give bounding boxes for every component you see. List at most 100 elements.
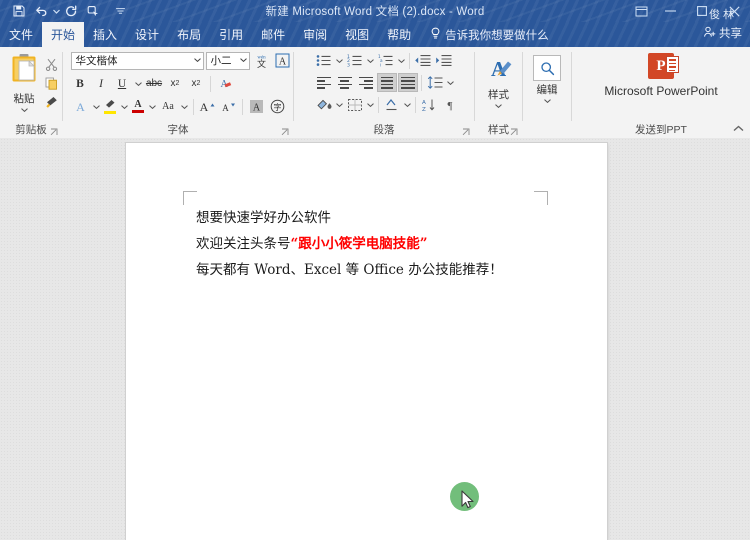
tab-layout[interactable]: 布局 <box>168 22 210 47</box>
undo-icon[interactable] <box>30 1 52 21</box>
superscript-button[interactable]: x2 <box>187 74 206 93</box>
font-name-combo[interactable]: 华文楷体 <box>70 51 204 70</box>
multilevel-dropdown-icon[interactable] <box>397 51 406 70</box>
phonetic-guide-icon[interactable]: wén 文 <box>252 51 271 70</box>
margin-mark-top-right <box>534 191 548 205</box>
copy-icon[interactable] <box>43 75 60 91</box>
word-window: 新建 Microsoft Word 文档 (2).docx - Word 文件 … <box>0 0 750 540</box>
undo-dropdown-icon[interactable] <box>52 1 60 21</box>
decrease-indent-icon[interactable] <box>413 51 433 70</box>
tab-help[interactable]: 帮助 <box>378 22 420 47</box>
bold-button[interactable]: B <box>71 74 90 93</box>
change-case-dropdown-icon[interactable] <box>180 97 189 116</box>
formatting-marks-dropdown-icon[interactable] <box>403 95 412 114</box>
font-dialog-launcher-icon[interactable] <box>280 128 289 137</box>
borders-icon[interactable] <box>345 95 365 114</box>
underline-dropdown-icon[interactable] <box>134 74 143 93</box>
paste-button[interactable]: 粘贴 <box>6 53 42 114</box>
text-effects-icon[interactable]: A <box>71 97 90 116</box>
line-spacing-icon[interactable] <box>425 73 445 92</box>
text-effects-dropdown-icon[interactable] <box>92 97 101 116</box>
styles-dialog-launcher-icon[interactable] <box>509 128 518 137</box>
user-name[interactable]: 俊 林 <box>709 6 734 22</box>
tell-me-box[interactable]: 告诉我你想要做什么 <box>420 22 549 47</box>
svg-text:文: 文 <box>256 58 265 69</box>
highlight-color-swatch <box>104 111 116 114</box>
redo-icon[interactable] <box>60 1 82 21</box>
numbering-dropdown-icon[interactable] <box>366 51 375 70</box>
text-highlight-color-button[interactable] <box>103 97 118 116</box>
underline-button[interactable]: U <box>113 74 132 93</box>
editing-dropdown-icon[interactable] <box>543 98 551 105</box>
font-color-button[interactable]: A <box>131 97 146 116</box>
line-spacing-dropdown-icon[interactable] <box>446 73 455 92</box>
format-painter-icon[interactable] <box>43 94 60 110</box>
styles-button[interactable]: A 样式 <box>484 51 514 110</box>
microsoft-powerpoint-button[interactable]: P Microsoft PowerPoint <box>604 53 718 98</box>
tab-view[interactable]: 视图 <box>336 22 378 47</box>
strikethrough-button[interactable]: abc <box>145 74 164 93</box>
distribute-button[interactable] <box>397 73 418 92</box>
cut-icon[interactable] <box>43 56 60 72</box>
subscript-button[interactable]: x2 <box>166 74 185 93</box>
bullets-dropdown-icon[interactable] <box>335 51 344 70</box>
align-left-button[interactable] <box>314 73 334 92</box>
character-shading-icon[interactable]: A <box>247 97 266 116</box>
font-color-dropdown-icon[interactable] <box>148 97 157 116</box>
tab-design[interactable]: 设计 <box>126 22 168 47</box>
bullets-icon[interactable] <box>314 51 334 70</box>
shading-icon[interactable] <box>314 95 334 114</box>
show-formatting-marks-icon[interactable] <box>382 95 402 114</box>
tab-home[interactable]: 开始 <box>42 22 85 47</box>
character-border-icon[interactable]: A <box>273 51 292 70</box>
tab-insert[interactable]: 插入 <box>84 22 126 47</box>
document-page[interactable]: 想要快速学好办公软件 欢迎关注头条号“跟小小筱学电脑技能” 每天都有 Word、… <box>126 143 607 540</box>
document-canvas[interactable]: 想要快速学好办公软件 欢迎关注头条号“跟小小筱学电脑技能” 每天都有 Word、… <box>0 138 750 540</box>
align-center-button[interactable] <box>335 73 355 92</box>
change-case-button[interactable]: Aa <box>159 97 178 116</box>
justify-button[interactable] <box>376 73 397 92</box>
borders-dropdown-icon[interactable] <box>366 95 375 114</box>
tab-file[interactable]: 文件 <box>0 22 42 47</box>
ribbon-display-options-icon[interactable] <box>628 0 654 22</box>
font-size-chevron-down-icon[interactable] <box>237 57 247 64</box>
minimize-button[interactable] <box>654 0 686 22</box>
sort-icon[interactable]: AZ <box>419 95 439 114</box>
italic-button[interactable]: I <box>92 74 111 93</box>
share-button[interactable]: 共享 俊 林 <box>703 9 742 41</box>
mouse-cursor-icon <box>461 490 475 509</box>
tab-mailings[interactable]: 邮件 <box>252 22 294 47</box>
shrink-font-icon[interactable]: A <box>219 97 238 116</box>
clear-formatting-icon[interactable]: A <box>215 74 234 93</box>
align-right-button[interactable] <box>356 73 376 92</box>
multilevel-list-icon[interactable]: 1ai <box>376 51 396 70</box>
paste-dropdown-icon[interactable] <box>20 107 28 114</box>
save-icon[interactable] <box>8 1 30 21</box>
clipboard-dialog-launcher-icon[interactable] <box>49 128 58 137</box>
numbering-icon[interactable]: 123 <box>345 51 365 70</box>
tab-references[interactable]: 引用 <box>210 22 252 47</box>
highlight-dropdown-icon[interactable] <box>120 97 129 116</box>
paragraph-row3-separator-2 <box>414 96 416 113</box>
shading-dropdown-icon[interactable] <box>335 95 344 114</box>
collapse-ribbon-chevron-up-icon[interactable] <box>733 124 744 135</box>
font-name-chevron-down-icon[interactable] <box>191 57 201 64</box>
paragraph-mark-icon[interactable]: ¶ <box>440 95 460 114</box>
svg-text:i: i <box>380 62 381 67</box>
font-size-combo[interactable]: 小二 <box>205 51 250 70</box>
document-body-text[interactable]: 想要快速学好办公软件 欢迎关注头条号“跟小小筱学电脑技能” 每天都有 Word、… <box>196 205 546 283</box>
ribbon-group-clipboard: 粘贴 剪贴板 <box>0 47 62 138</box>
ribbon-group-font: 华文楷体 小二 wén 文 A B I U abc x 2 x 2 A A A … <box>63 47 293 138</box>
powerpoint-icon: P <box>648 53 679 79</box>
paragraph-dialog-launcher-icon[interactable] <box>461 128 470 137</box>
styles-dropdown-icon[interactable] <box>495 103 502 110</box>
enclose-characters-icon[interactable]: 字 <box>268 97 287 116</box>
editing-button[interactable]: 编辑 <box>533 51 561 105</box>
paragraph-row3-separator <box>377 96 379 113</box>
customize-qat-icon[interactable] <box>109 1 131 21</box>
tab-review[interactable]: 审阅 <box>294 22 336 47</box>
document-line-3: 每天都有 Word、Excel 等 Office 办公技能推荐！ <box>196 257 546 283</box>
touch-mouse-mode-icon[interactable] <box>82 1 104 21</box>
grow-font-icon[interactable]: A <box>198 97 217 116</box>
increase-indent-icon[interactable] <box>434 51 454 70</box>
